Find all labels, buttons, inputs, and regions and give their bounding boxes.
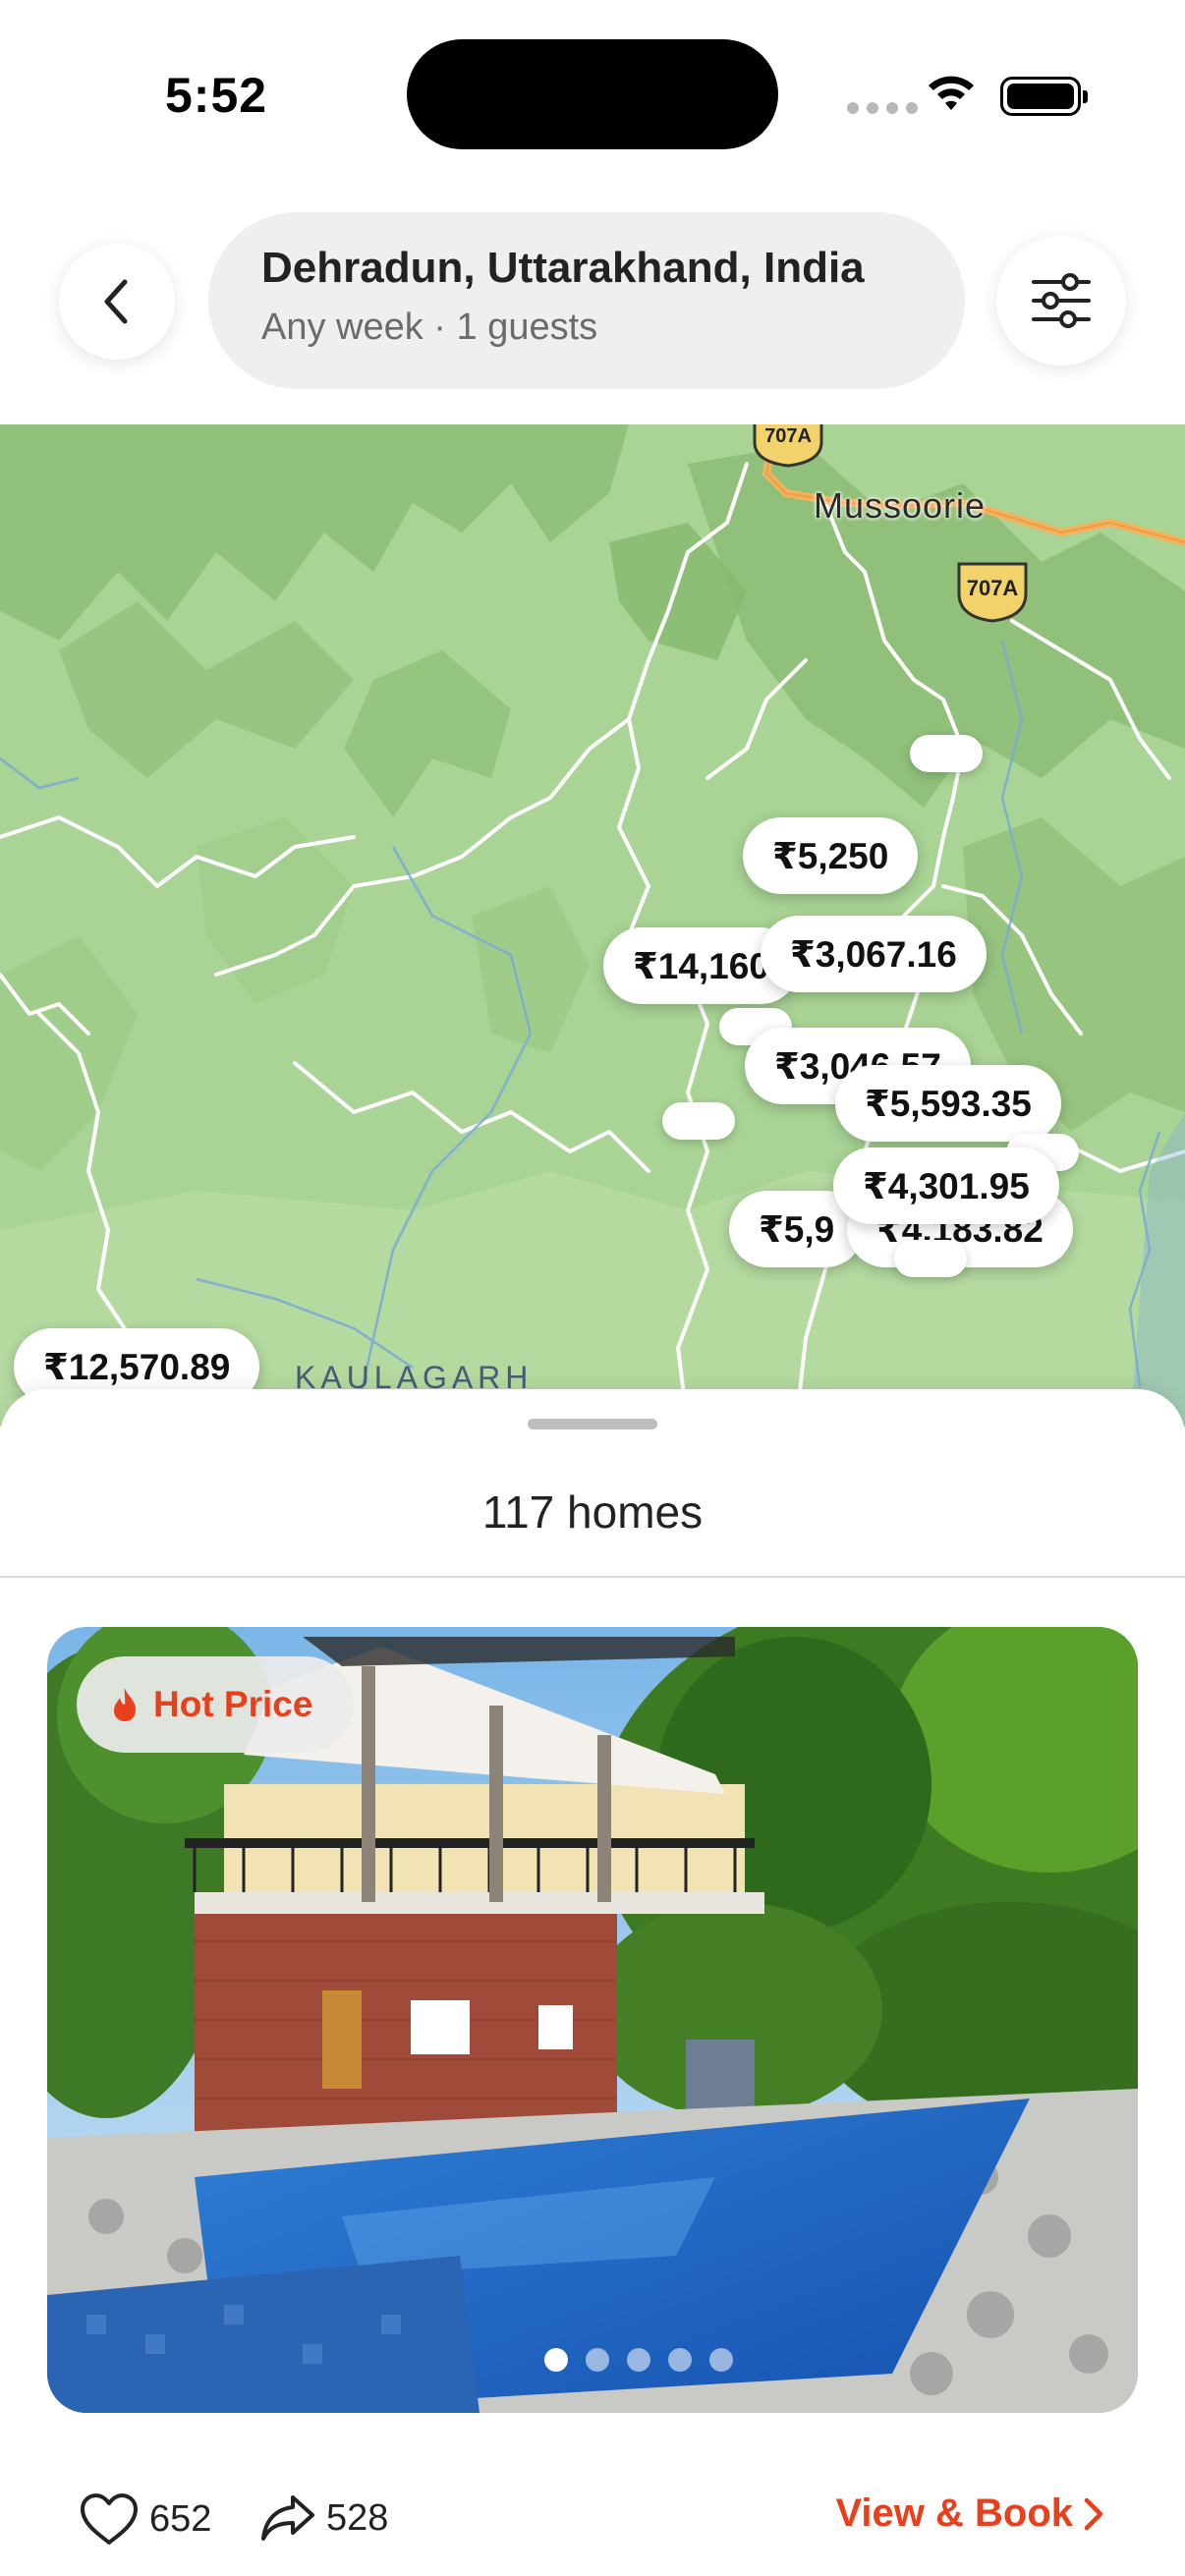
svg-text:707A: 707A xyxy=(764,425,812,447)
like-count: 652 xyxy=(149,2497,212,2540)
results-count: 117 homes xyxy=(481,1486,704,1538)
chevron-right-icon xyxy=(1084,2497,1103,2530)
share-button[interactable]: 528 xyxy=(259,2492,388,2545)
location-title: Dehradun, Uttarakhand, India xyxy=(261,244,865,292)
highway-shield-icon: 707A xyxy=(753,424,823,468)
cellular-signal-icon xyxy=(847,102,918,114)
back-button[interactable] xyxy=(59,244,175,360)
highway-shield-icon: 707A xyxy=(957,562,1028,623)
map-view[interactable]: Mussoorie KAULAGARH 707A 707A ₹5,250 ₹14… xyxy=(0,424,1185,1427)
price-pin[interactable]: ₹3,067.16 xyxy=(761,916,987,992)
search-header: Dehradun, Uttarakhand, India Any week · … xyxy=(0,187,1185,424)
chevron-left-icon xyxy=(104,279,128,324)
hot-price-label: Hot Price xyxy=(153,1684,313,1724)
filter-button[interactable] xyxy=(996,236,1126,365)
carousel-pagination xyxy=(544,2348,733,2372)
hot-price-badge: Hot Price xyxy=(77,1656,355,1753)
carousel-dot[interactable] xyxy=(586,2348,609,2372)
like-button[interactable]: 652 xyxy=(79,2492,211,2547)
flame-icon xyxy=(114,1688,136,1721)
carousel-dot[interactable] xyxy=(668,2348,692,2372)
map-cluster-marker[interactable] xyxy=(910,735,983,772)
sheet-drag-handle[interactable] xyxy=(528,1419,657,1429)
share-icon xyxy=(261,2495,314,2541)
price-pin[interactable]: ₹5,593.35 xyxy=(835,1065,1061,1142)
listing-image-carousel[interactable]: Hot Price xyxy=(47,1627,1138,2413)
svg-text:707A: 707A xyxy=(967,576,1019,600)
status-time: 5:52 xyxy=(165,68,268,123)
battery-icon xyxy=(1000,77,1088,116)
carousel-dot-active[interactable] xyxy=(544,2348,568,2372)
divider xyxy=(0,1576,1185,1578)
price-pin[interactable]: ₹5,250 xyxy=(743,817,919,894)
listing-actions: 652 528 View & Book xyxy=(79,2478,1106,2566)
carousel-dot[interactable] xyxy=(627,2348,650,2372)
search-summary-pill[interactable]: Dehradun, Uttarakhand, India Any week · … xyxy=(208,212,965,389)
view-and-book-label: View & Book xyxy=(835,2492,1073,2535)
map-label-mussoorie: Mussoorie xyxy=(814,485,987,526)
map-cluster-marker[interactable] xyxy=(894,1240,967,1277)
share-count: 528 xyxy=(326,2496,389,2539)
sliders-icon xyxy=(1032,273,1091,328)
map-cluster-marker[interactable] xyxy=(662,1102,735,1140)
dynamic-island xyxy=(407,39,778,149)
heart-icon xyxy=(81,2493,138,2545)
view-and-book-button[interactable]: View & Book xyxy=(835,2492,1106,2536)
carousel-dot[interactable] xyxy=(709,2348,733,2372)
status-bar: 5:52 xyxy=(0,0,1185,187)
wifi-icon xyxy=(929,76,974,110)
results-bottom-sheet[interactable]: 117 homes Hot Price 652 528 View & Book xyxy=(0,1389,1185,2576)
price-pin[interactable]: ₹4,301.95 xyxy=(833,1148,1059,1224)
dates-guests-subtitle: Any week · 1 guests xyxy=(261,307,598,348)
